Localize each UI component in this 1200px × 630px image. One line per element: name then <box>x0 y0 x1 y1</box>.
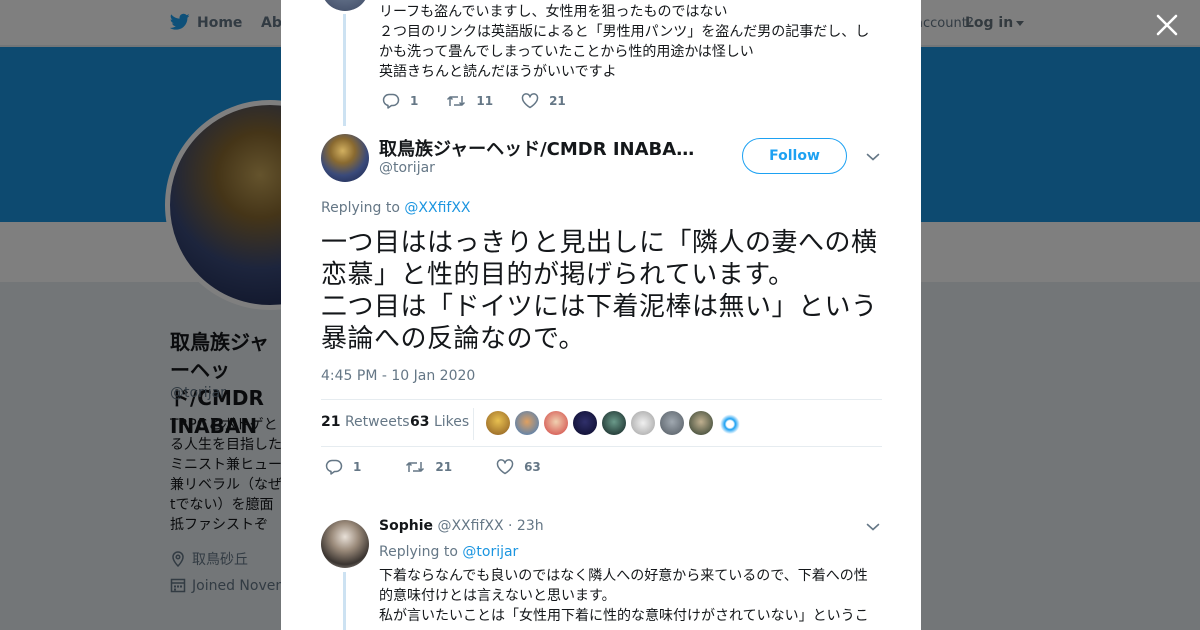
reply-tweet-line: 的意味付けとは言えないと思います。 <box>379 588 616 604</box>
retweets-stat-count: 21 <box>321 414 341 430</box>
reply-icon <box>382 93 400 109</box>
heart-icon <box>521 93 539 109</box>
prev-tweet-text: リーフも盗んでいますし、女性用を狙ったものではない ２つ目のリンクは英語版による… <box>379 2 874 82</box>
prev-tweet-line: ２つ目のリンクは英語版によると「男性用パンツ」を盗んだ男の記事だし、し <box>379 24 870 40</box>
follow-button[interactable]: Follow <box>742 138 847 174</box>
close-icon[interactable] <box>1154 12 1180 38</box>
liker-avatar[interactable] <box>573 411 597 435</box>
likes-stat-count: 63 <box>410 414 430 430</box>
retweet-action[interactable]: 11 <box>446 93 493 109</box>
reply-author-name: Sophie <box>379 518 433 534</box>
retweets-stat-label: Retweets <box>344 414 410 430</box>
likes-stat[interactable]: 63 Likes <box>410 414 469 430</box>
author-avatar[interactable] <box>321 134 369 182</box>
reply-tweet-line: 下着ならなんでも良いのではなく隣人への好意から来ているので、下着への性 <box>379 568 868 584</box>
heart-icon <box>496 459 514 475</box>
thread-connector-line <box>343 14 346 126</box>
replying-to-link[interactable]: @XXfifXX <box>404 200 470 216</box>
replying-to: Replying to @XXfifXX <box>321 200 471 216</box>
liker-avatar[interactable] <box>689 411 713 435</box>
prev-tweet-actions: 1 11 21 <box>382 93 594 109</box>
reply-author[interactable]: Sophie @XXfifXX · 23h <box>379 518 544 534</box>
like-action[interactable]: 21 <box>521 93 566 109</box>
chevron-down-icon[interactable] <box>866 152 880 162</box>
stats-divider <box>473 408 474 440</box>
retweet-count: 21 <box>435 460 453 474</box>
like-count: 63 <box>524 460 541 474</box>
tweet-text: 一つ目ははっきりと見出しに「隣人の妻への横恋慕」と性的目的が掲げられています。 … <box>321 228 878 354</box>
reply-author-handle: @XXfifXX <box>437 518 504 534</box>
like-action[interactable]: 63 <box>496 459 541 475</box>
prev-tweet-line: 英語きちんと読んだほうがいいですよ <box>379 64 617 80</box>
liker-avatar[interactable] <box>515 411 539 435</box>
reply-tweet-text: 下着ならなんでも良いのではなく隣人への好意から来ているので、下着への性 的意味付… <box>379 566 874 626</box>
tweet-stats: 21 Retweets 63 Likes <box>321 399 882 447</box>
retweet-icon <box>447 96 466 106</box>
likes-stat-label: Likes <box>433 414 470 430</box>
tweet-timestamp[interactable]: 4:45 PM - 10 Jan 2020 <box>321 368 475 384</box>
replying-prefix: Replying to <box>321 200 400 216</box>
reply-count: 1 <box>410 94 419 108</box>
tweet-permalink-modal: リーフも盗んでいますし、女性用を狙ったものではない ２つ目のリンクは英語版による… <box>281 0 921 630</box>
retweet-action[interactable]: 21 <box>405 459 452 475</box>
replying-to-link[interactable]: @torijar <box>462 544 518 560</box>
liker-avatar[interactable] <box>718 411 742 435</box>
liker-avatars <box>486 411 747 435</box>
like-count: 21 <box>549 94 566 108</box>
liker-avatar[interactable] <box>631 411 655 435</box>
reply-action[interactable]: 1 <box>325 459 361 475</box>
prev-tweet-line: リーフも盗んでいますし、女性用を狙ったものではない <box>379 4 728 20</box>
liker-avatar[interactable] <box>660 411 684 435</box>
author-handle[interactable]: @torijar <box>379 160 435 176</box>
chevron-down-icon[interactable] <box>866 522 880 532</box>
liker-avatar[interactable] <box>486 411 510 435</box>
retweet-count: 11 <box>476 94 494 108</box>
liker-avatar[interactable] <box>544 411 568 435</box>
reply-time[interactable]: · 23h <box>508 518 544 534</box>
replying-prefix: Replying to <box>379 544 458 560</box>
prev-tweet-line: かも洗って畳んでしまっていたことから性的用途かは怪しい <box>379 44 754 60</box>
reply-count: 1 <box>353 460 362 474</box>
reply-action[interactable]: 1 <box>382 93 418 109</box>
author-name[interactable]: 取鳥族ジャーヘッド/CMDR INABAN... <box>379 135 699 161</box>
liker-avatar[interactable] <box>602 411 626 435</box>
prev-tweet-avatar[interactable] <box>321 0 369 11</box>
reply-tweet-line: 私が言いたいことは「女性用下着に性的な意味付けがされていない」というこ <box>379 608 869 624</box>
reply-author-avatar[interactable] <box>321 520 369 568</box>
tweet-actions: 1 21 63 <box>325 459 569 475</box>
thread-connector-line <box>343 572 346 630</box>
reply-icon <box>325 459 343 475</box>
retweet-icon <box>406 462 425 472</box>
retweets-stat[interactable]: 21 Retweets <box>321 414 410 430</box>
reply-replying-to: Replying to @torijar <box>379 542 874 562</box>
